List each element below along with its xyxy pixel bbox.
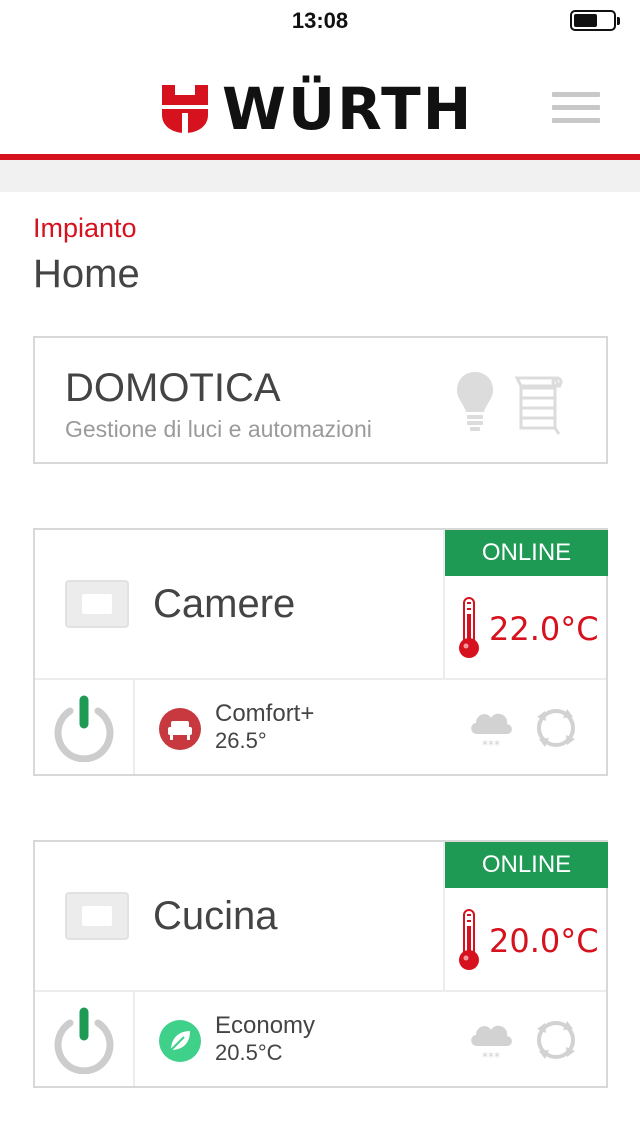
sync-icon	[537, 709, 575, 747]
zone-name: Cucina	[153, 894, 278, 938]
status-time: 13:08	[291, 8, 349, 33]
mode-setpoint: 20.5°C	[215, 1040, 283, 1065]
temperature-panel: ONLINE 22.0°C	[443, 530, 608, 680]
thermostat-device-icon	[65, 580, 129, 628]
power-icon	[54, 1007, 114, 1074]
battery-icon	[570, 10, 620, 31]
domotica-subtitle: Gestione di luci e automazioni	[65, 416, 372, 442]
zone-card-camere[interactable]: Camere ONLINE 22.0°C Comfort+ 26.5° ***	[33, 528, 608, 776]
armchair-icon	[168, 721, 192, 740]
thermometer-icon	[459, 597, 479, 658]
leaf-icon	[170, 1031, 190, 1051]
page-subtitle: Impianto	[33, 213, 137, 243]
wurth-logo: WÜRTH	[162, 75, 474, 143]
domotica-title: DOMOTICA	[65, 366, 281, 410]
mode-icon	[159, 1020, 201, 1062]
page-title: Home	[33, 252, 140, 296]
zone-controls: Economy 20.5°C ***	[35, 992, 606, 1086]
online-status-badge: ONLINE	[445, 842, 608, 888]
zone-name: Camere	[153, 582, 296, 626]
temperature-value: 20.0°C	[489, 922, 599, 960]
zone-header: Camere ONLINE 22.0°C	[35, 530, 608, 680]
app-header: WÜRTH	[0, 40, 640, 156]
temperature-panel: ONLINE 20.0°C	[443, 842, 608, 992]
mode-setpoint: 26.5°	[215, 728, 267, 753]
menu-bar-icon	[552, 105, 600, 110]
mode-label: Comfort+	[215, 700, 315, 727]
wurth-logo-mark-icon	[162, 85, 208, 133]
brand-name: WÜRTH	[222, 75, 474, 143]
zone-header: Cucina ONLINE 20.0°C	[35, 842, 608, 992]
power-icon	[54, 695, 114, 762]
mode-label: Economy	[215, 1012, 316, 1039]
mode-icon	[159, 708, 201, 750]
power-button[interactable]	[35, 992, 135, 1086]
light-bulb-icon	[457, 372, 493, 431]
zone-controls: Comfort+ 26.5° ***	[35, 680, 606, 774]
header-band	[0, 160, 640, 192]
menu-bar-icon	[552, 92, 600, 97]
domotica-card[interactable]: DOMOTICA Gestione di luci e automazioni	[33, 336, 608, 464]
blind-icon	[514, 376, 563, 435]
menu-button[interactable]	[552, 92, 600, 124]
snow-cloud-icon: ***	[471, 713, 512, 752]
status-bar: 13:08	[0, 0, 640, 40]
svg-text:***: ***	[482, 1050, 500, 1064]
svg-text:***: ***	[482, 738, 500, 752]
thermometer-icon	[459, 909, 479, 970]
thermostat-device-icon	[65, 892, 129, 940]
online-status-badge: ONLINE	[445, 530, 608, 576]
snow-cloud-icon: ***	[471, 1025, 512, 1064]
temperature-value: 22.0°C	[489, 610, 599, 648]
menu-bar-icon	[552, 118, 600, 123]
power-button[interactable]	[35, 680, 135, 774]
zone-card-cucina[interactable]: Cucina ONLINE 20.0°C Economy 20.5°C ***	[33, 840, 608, 1088]
sync-icon	[537, 1021, 575, 1059]
battery-level	[574, 14, 597, 27]
